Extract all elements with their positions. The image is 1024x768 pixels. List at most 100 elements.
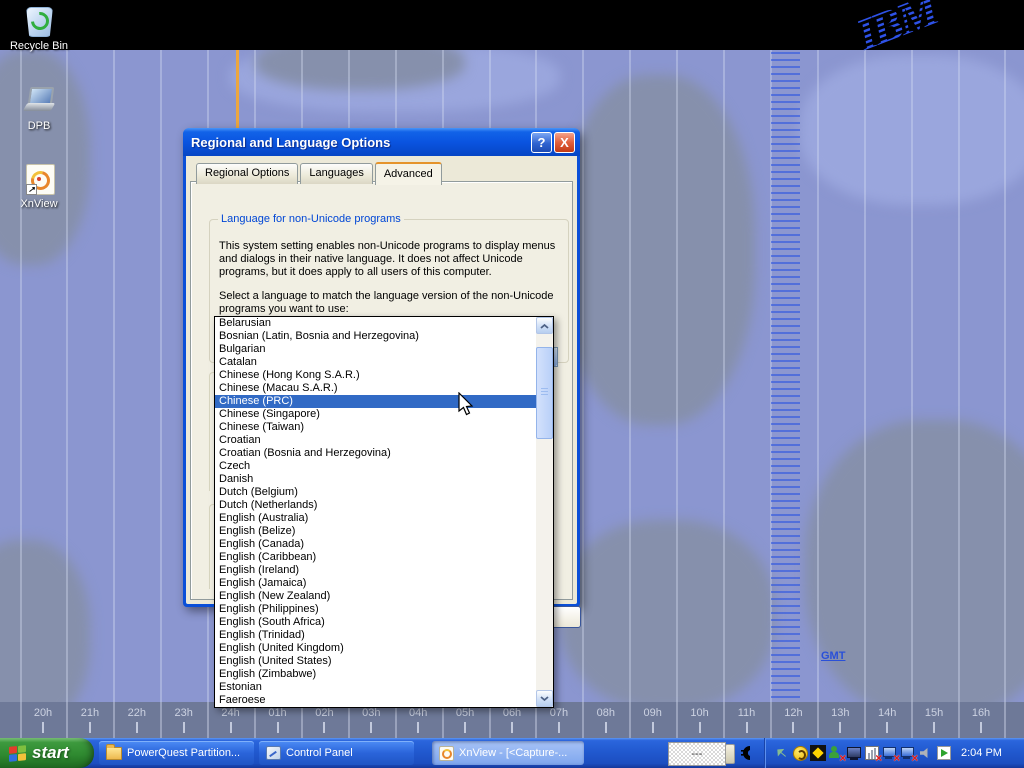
language-option[interactable]: Bosnian (Latin, Bosnia and Herzegovina) [215, 330, 536, 343]
tab-regional-options[interactable]: Regional Options [196, 163, 298, 184]
tab-advanced[interactable]: Advanced [375, 162, 442, 185]
start-button[interactable]: start [0, 738, 94, 768]
desk-band[interactable]: --- [668, 742, 726, 766]
language-option[interactable]: English (Caribbean) [215, 551, 536, 564]
hour-label: 09h [644, 707, 662, 719]
language-option[interactable]: English (Jamaica) [215, 577, 536, 590]
language-option[interactable]: Chinese (Macau S.A.R.) [215, 382, 536, 395]
hour-band-separator [582, 702, 584, 738]
language-option[interactable]: English (Canada) [215, 538, 536, 551]
close-button[interactable]: X [554, 132, 575, 153]
gmt-meridian-band [771, 52, 800, 702]
task-button-label: XnView - [<Capture-... [459, 747, 567, 759]
language-option[interactable]: English (Zimbabwe) [215, 668, 536, 681]
scroll-up-button[interactable] [536, 317, 553, 334]
windows-logo-icon [9, 745, 26, 762]
taskbar-button-xnview[interactable]: XnView - [<Capture-... [432, 741, 584, 765]
taskbar-button-powerquest[interactable]: PowerQuest Partition... [99, 741, 254, 765]
hour-band-separator [1004, 702, 1006, 738]
hour-tick [558, 722, 560, 733]
language-option[interactable]: Chinese (Singapore) [215, 408, 536, 421]
hour-band-separator [113, 702, 115, 738]
help-button[interactable]: ? [531, 132, 552, 153]
timezone-boundary [1004, 50, 1006, 702]
hour-band-separator [817, 702, 819, 738]
map-landmass [560, 75, 755, 425]
timezone-boundary [113, 50, 115, 702]
language-option[interactable]: Dutch (Netherlands) [215, 499, 536, 512]
desktop-icon-dpb[interactable]: DPB [1, 84, 77, 132]
hour-band-separator [20, 702, 22, 738]
safely-remove-icon[interactable] [774, 745, 790, 761]
desk-band-grip[interactable] [725, 744, 735, 764]
hour-tick [323, 722, 325, 733]
scrollbar-track[interactable] [536, 334, 553, 690]
antivirus-icon[interactable] [810, 745, 826, 761]
language-option[interactable]: Croatian (Bosnia and Herzegovina) [215, 447, 536, 460]
hour-label: 15h [925, 707, 943, 719]
language-option[interactable]: English (United Kingdom) [215, 642, 536, 655]
tab-languages[interactable]: Languages [300, 163, 372, 184]
hour-tick [230, 722, 232, 733]
hour-band-separator [160, 702, 162, 738]
support-agent-icon[interactable] [792, 745, 808, 761]
language-option[interactable]: English (United States) [215, 655, 536, 668]
language-option[interactable]: English (Ireland) [215, 564, 536, 577]
dialog-titlebar[interactable]: Regional and Language Options ? X [183, 128, 580, 156]
messenger-offline-icon[interactable]: × [828, 745, 844, 761]
hour-label: 04h [409, 707, 427, 719]
language-option[interactable]: Estonian [215, 681, 536, 694]
language-option[interactable]: Faeroese [215, 694, 536, 707]
network-computers-icon[interactable] [846, 745, 862, 761]
timezone-boundary [66, 50, 68, 702]
hour-label: 06h [503, 707, 521, 719]
hour-tick [839, 722, 841, 733]
hour-tick [746, 722, 748, 733]
hour-label: 02h [315, 707, 333, 719]
language-option[interactable]: English (Belize) [215, 525, 536, 538]
timezone-boundary [20, 50, 22, 702]
hour-tick [652, 722, 654, 733]
language-option[interactable]: Danish [215, 473, 536, 486]
hour-label: 12h [784, 707, 802, 719]
hour-tick [605, 722, 607, 733]
hour-band-separator [629, 702, 631, 738]
scrollbar-thumb[interactable] [536, 347, 553, 439]
desktop-icon-recycle-bin[interactable]: Recycle Bin [1, 4, 77, 52]
network-disconnected-icon[interactable]: × [882, 745, 898, 761]
groupbox-title: Language for non-Unicode programs [218, 213, 404, 225]
scrollbar[interactable] [536, 317, 553, 707]
display-settings-icon[interactable] [936, 745, 952, 761]
signal-disabled-icon[interactable]: × [864, 745, 880, 761]
desktop-icon-xnview[interactable]: ↗ XnView [1, 162, 77, 210]
language-option[interactable]: Chinese (Taiwan) [215, 421, 536, 434]
hour-band-separator [864, 702, 866, 738]
taskbar-clock[interactable]: 2:04 PM [961, 747, 1014, 759]
language-option[interactable]: English (New Zealand) [215, 590, 536, 603]
timezone-boundary [911, 50, 913, 702]
language-option[interactable]: English (Philippines) [215, 603, 536, 616]
language-option[interactable]: Chinese (PRC) [215, 395, 536, 408]
language-option[interactable]: Bulgarian [215, 343, 536, 356]
volume-icon[interactable] [918, 745, 934, 761]
wireless-disconnected-icon[interactable]: × [900, 745, 916, 761]
laptop-icon [22, 84, 56, 118]
language-option[interactable]: Belarusian [215, 317, 536, 330]
language-option[interactable]: English (South Africa) [215, 616, 536, 629]
xnview-icon [439, 746, 454, 761]
language-option[interactable]: Chinese (Hong Kong S.A.R.) [215, 369, 536, 382]
taskbar-button-control-panel[interactable]: Control Panel [259, 741, 414, 765]
language-option[interactable]: Dutch (Belgium) [215, 486, 536, 499]
hour-tick [42, 722, 44, 733]
taskbar: start PowerQuest Partition... Control Pa… [0, 738, 1024, 768]
language-option[interactable]: Czech [215, 460, 536, 473]
scroll-down-button[interactable] [536, 690, 553, 707]
language-option[interactable]: Catalan [215, 356, 536, 369]
timezone-boundary [723, 50, 725, 702]
power-plug-icon[interactable] [740, 744, 758, 762]
hour-tick [136, 722, 138, 733]
language-option[interactable]: Croatian [215, 434, 536, 447]
hour-label: 05h [456, 707, 474, 719]
language-option[interactable]: English (Trinidad) [215, 629, 536, 642]
language-option[interactable]: English (Australia) [215, 512, 536, 525]
